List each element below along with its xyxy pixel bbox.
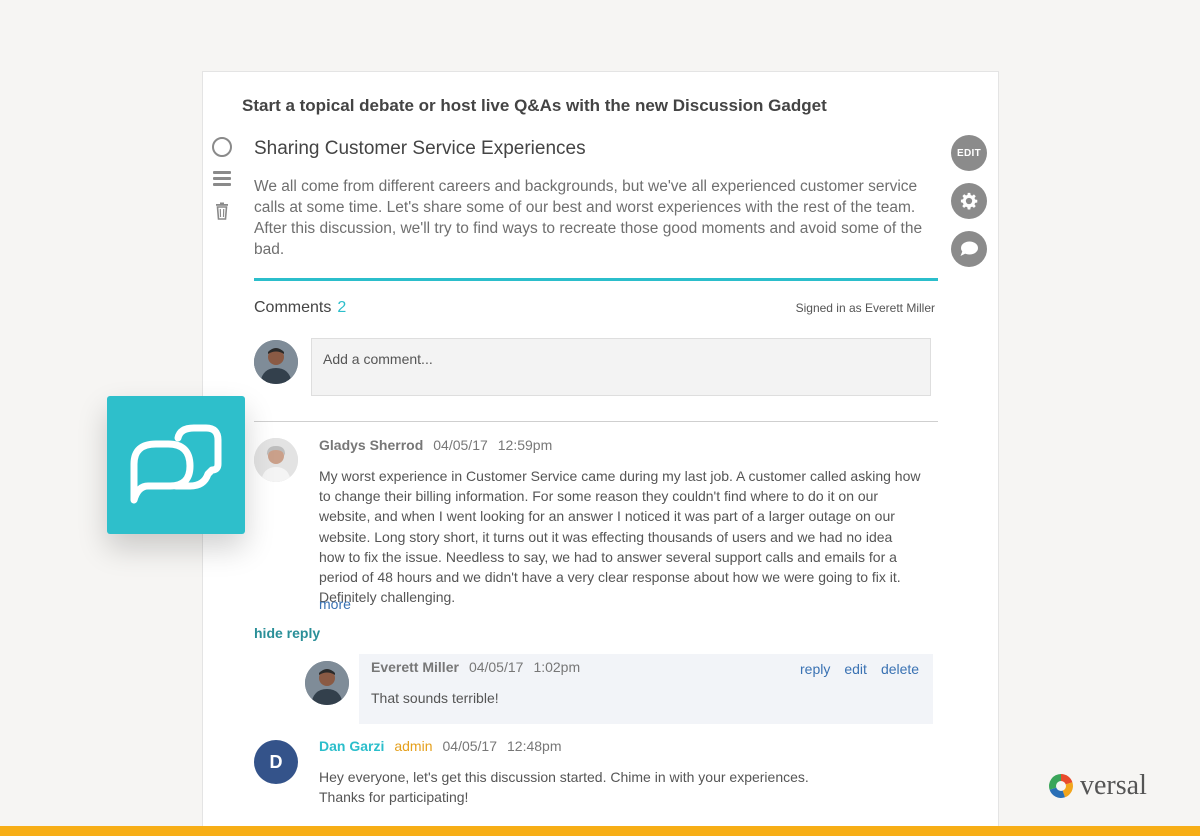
discussion-description: We all come from different careers and b… [254,178,923,258]
accent-bar [0,826,1200,836]
reply-date: 04/05/17 [468,659,524,675]
reply-actions: reply edit delete [800,661,919,677]
avatar: D [254,740,298,784]
comment-author: Gladys Sherrod [319,437,424,453]
comment-time: 12:59pm [497,437,553,453]
comments-label: Comments [254,299,332,316]
avatar [305,661,349,705]
discussion-bubbles-icon [130,424,222,504]
comment-meta: Dan Garzi admin 04/05/17 12:48pm [319,738,561,754]
comment-time: 12:48pm [507,738,562,754]
comments-header: Comments 2 [254,299,346,317]
signed-in-status: Signed in as Everett Miller [795,301,935,315]
comment-meta: Gladys Sherrod 04/05/17 12:59pm [319,437,552,453]
reply-text: That sounds terrible! [371,690,499,706]
edit-button[interactable]: EDIT [951,135,987,171]
gear-icon [960,192,978,210]
edit-link[interactable]: edit [844,661,867,677]
trash-icon[interactable] [212,201,232,221]
reply-link[interactable]: reply [800,661,830,677]
comment-text: My worst experience in Customer Service … [319,468,921,606]
brand-name: versal [1080,770,1147,801]
discussion-gadget-tile [107,396,245,534]
hide-reply-link[interactable]: hide reply [254,625,320,641]
page-headline: Start a topical debate or host live Q&As… [242,96,827,115]
delete-link[interactable]: delete [881,661,919,677]
reply-meta: Everett Miller 04/05/17 1:02pm [371,659,580,675]
comment-input[interactable]: Add a comment... [311,338,931,396]
speech-bubble-icon [960,241,978,256]
comment-date: 04/05/17 [442,738,498,754]
versal-logo: versal [1048,770,1147,802]
current-user-avatar [254,340,298,384]
select-circle-icon[interactable] [212,137,232,157]
more-link[interactable]: more [319,596,351,612]
settings-button[interactable] [951,183,987,219]
drag-handle-icon[interactable] [212,169,232,189]
reply-author: Everett Miller [371,659,459,675]
comment-text-line: Hey everyone, let's get this discussion … [319,769,809,785]
comment-date: 04/05/17 [433,437,488,453]
avatar [254,438,298,482]
comment-author: Dan Garzi [319,738,385,754]
comments-count: 2 [337,299,347,316]
discussion-title: Sharing Customer Service Experiences [254,138,586,159]
comments-toggle-button[interactable] [951,231,987,267]
admin-badge: admin [394,738,433,754]
reply-time: 1:02pm [533,659,581,675]
versal-logo-icon [1049,774,1073,798]
comment-text-line: Thanks for participating! [319,789,469,805]
divider [254,278,938,281]
divider [254,421,938,422]
